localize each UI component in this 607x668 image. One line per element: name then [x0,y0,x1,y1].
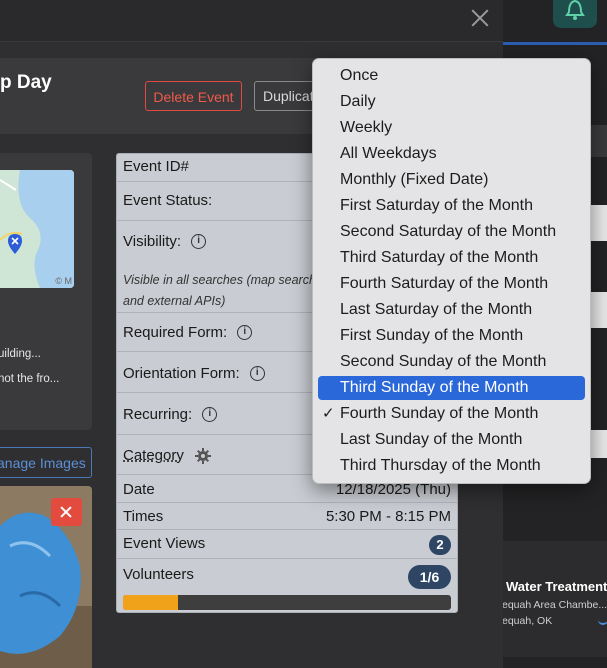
menu-item[interactable]: Last Sunday of the Month [318,428,585,452]
menu-item-label: Weekly [340,119,393,136]
delete-event-button[interactable]: Delete Event [145,81,242,111]
menu-item-label: Third Sunday of the Month [340,379,529,396]
map-thumbnail[interactable]: © M [0,170,74,288]
divider [117,558,457,559]
menu-item[interactable]: Second Saturday of the Month [318,220,585,244]
menu-item-label: Third Saturday of the Month [340,249,539,266]
delete-photo-button[interactable] [51,498,82,526]
recurring-label: Recurring: [123,406,193,423]
recurring-dropdown-menu: Once Daily Weekly All Weekdays Monthly (Fixe… [312,58,591,484]
location-card: © M uilding... not the fro... [0,153,92,430]
close-icon[interactable] [469,7,491,29]
menu-item-label: All Weekdays [340,145,437,162]
menu-item-label: Second Saturday of the Month [340,223,557,240]
event-views-badge: 2 [429,535,451,555]
bg-card-title: Water Treatment [506,579,607,594]
bell-button[interactable] [553,0,597,28]
category-label[interactable]: Category [123,447,184,464]
menu-item-label: Once [340,67,379,84]
bg-event-card[interactable]: Water Treatment equah Area Chambe... equ… [502,541,607,657]
visibility-label: Visibility: [123,233,182,250]
volunteers-label: Volunteers [123,566,194,583]
map-graphic [0,170,74,288]
address-line-2: not the fro... [0,373,60,385]
menu-item[interactable]: Once [318,64,585,88]
gear-icon[interactable] [195,448,211,464]
volunteers-progress-bar [123,595,451,610]
event-title: p Day [0,72,52,93]
bg-card-org: equah Area Chambe... [502,599,607,611]
menu-item-label: Second Sunday of the Month [340,353,547,370]
menu-item[interactable]: Last Saturday of the Month [318,298,585,322]
screen: Water Treatment equah Area Chambe... equ… [0,0,607,668]
map-pin-icon [8,234,22,254]
menu-item-label: Fourth Sunday of the Month [340,405,539,422]
menu-item-label: Fourth Saturday of the Month [340,275,549,292]
menu-item[interactable]: Weekly [318,116,585,140]
divider [117,529,457,530]
recurring-label-wrap: Recurring: i [123,406,218,423]
link-icon [598,617,607,625]
orientation-form-label: Orientation Form: [123,365,240,382]
menu-item[interactable]: Daily [318,90,585,114]
menu-item[interactable]: Third Thursday of the Month [318,454,585,478]
visibility-note: Visible in all searches (map search and … [123,273,316,308]
menu-item[interactable]: Fourth Saturday of the Month [318,272,585,296]
menu-item[interactable]: Third Sunday of the Month [318,376,585,400]
visibility-label-wrap: Visibility: i [123,233,207,250]
times-label: Times [123,508,164,525]
menu-item-label: Last Saturday of the Month [340,301,533,318]
menu-item[interactable]: Second Sunday of the Month [318,350,585,374]
bg-card-location: equah, OK [502,615,553,627]
menu-item-label: Monthly (Fixed Date) [340,171,489,188]
address-line-1: uilding... [0,348,41,360]
required-form-label-wrap: Required Form: i [123,324,253,341]
manage-images-button[interactable]: anage Images [0,447,92,478]
info-icon[interactable]: i [237,324,253,340]
menu-item[interactable]: First Sunday of the Month [318,324,585,348]
event-id-label: Event ID# [123,158,189,175]
menu-item[interactable]: Monthly (Fixed Date) [318,168,585,192]
times-value: 5:30 PM - 8:15 PM [325,508,451,525]
menu-item-label: Last Sunday of the Month [340,431,523,448]
required-form-label: Required Form: [123,324,228,341]
menu-item-label: First Saturday of the Month [340,197,533,214]
info-icon[interactable]: i [191,233,207,249]
info-icon[interactable]: i [202,406,218,422]
bell-icon [565,0,585,20]
volunteers-progress-fill [123,595,178,610]
event-views-label: Event Views [123,535,206,552]
menu-item[interactable]: First Saturday of the Month [318,194,585,218]
menu-item[interactable]: Third Saturday of the Month [318,246,585,270]
map-attribution: © M [55,276,72,286]
menu-item[interactable]: ✓ Fourth Sunday of the Month [318,402,585,426]
orientation-form-label-wrap: Orientation Form: i [123,365,265,382]
modal-topbar [0,0,503,42]
date-label: Date [123,481,155,498]
divider [117,502,457,503]
volunteers-badge: 1/6 [408,565,451,589]
checkmark-icon: ✓ [322,405,335,422]
menu-item-label: Third Thursday of the Month [340,457,541,474]
menu-item-label: First Sunday of the Month [340,327,524,344]
info-icon[interactable]: i [249,365,265,381]
bg-accent-line [503,42,607,45]
menu-item-label: Daily [340,93,376,110]
event-status-label: Event Status: [123,192,213,209]
menu-item[interactable]: All Weekdays [318,142,585,166]
